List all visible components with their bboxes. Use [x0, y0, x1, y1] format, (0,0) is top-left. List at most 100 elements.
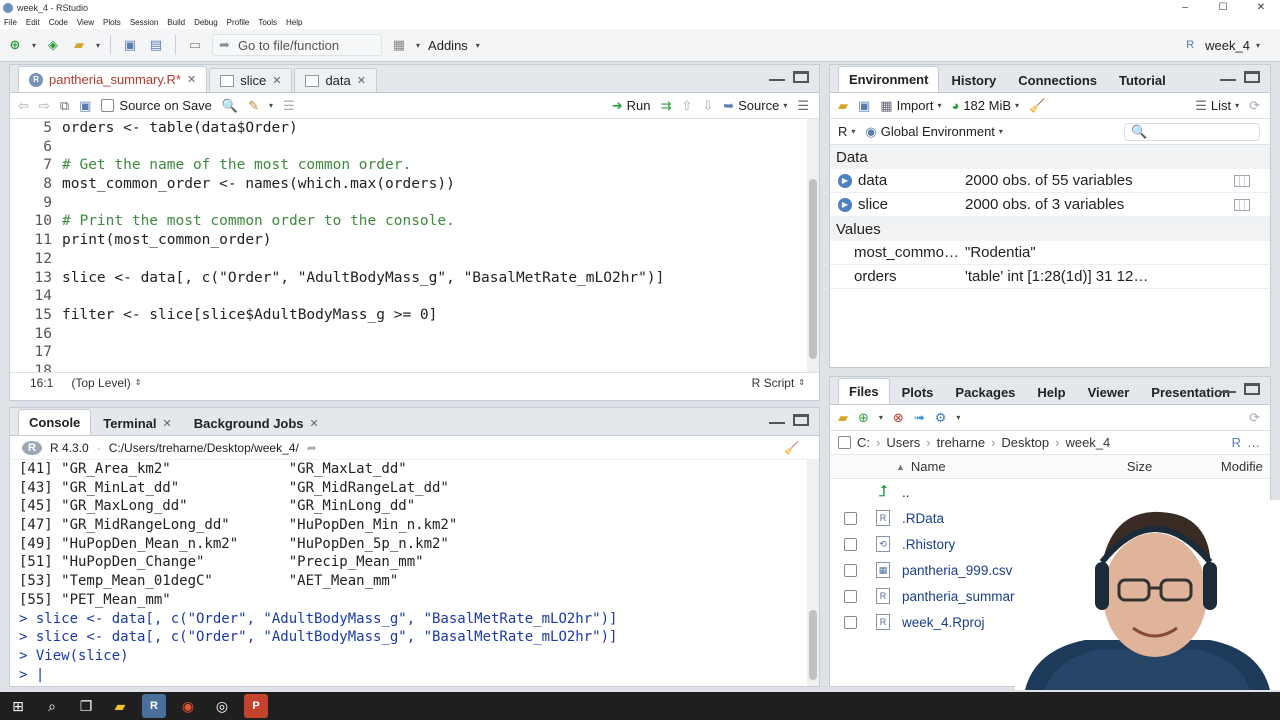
close-icon[interactable]: ✕: [187, 73, 196, 86]
clear-console-icon[interactable]: 🧹: [784, 441, 799, 455]
go-to-directory-icon[interactable]: ➦: [307, 441, 317, 455]
env-row-slice[interactable]: ▶ slice 2000 obs. of 3 variables: [830, 193, 1270, 217]
powerpoint-icon[interactable]: P: [244, 694, 268, 718]
tab-pantheria-summary[interactable]: R pantheria_summary.R* ✕: [18, 66, 208, 92]
code-line[interactable]: 5 orders <- table(data$Order): [10, 119, 819, 138]
code-line[interactable]: 7 # Get the name of the most common order…: [10, 156, 819, 175]
file-checkbox[interactable]: [843, 589, 857, 603]
magic-wand-icon[interactable]: ✎: [248, 98, 259, 114]
tab-data[interactable]: data ✕: [294, 68, 377, 92]
tab-files[interactable]: Files: [838, 378, 890, 404]
column-modified[interactable]: Modifie: [1221, 459, 1263, 474]
tab-plots[interactable]: Plots: [892, 380, 944, 404]
maximize-button[interactable]: ☐: [1204, 0, 1242, 15]
search-icon[interactable]: ⌕: [40, 694, 64, 718]
refresh-icon[interactable]: ⟳: [1249, 98, 1260, 114]
maximize-pane-button[interactable]: [793, 414, 809, 426]
code-line[interactable]: 18: [10, 362, 819, 372]
code-area[interactable]: 5 orders <- table(data$Order) 6 7 # Get the …: [10, 119, 819, 372]
code-line[interactable]: 15 filter <- slice[slice$AdultBodyMass_g …: [10, 306, 819, 325]
tab-terminal[interactable]: Terminal ✕: [93, 411, 181, 435]
scrollbar-thumb[interactable]: [809, 179, 817, 359]
tab-console[interactable]: Console: [18, 409, 92, 435]
tab-packages[interactable]: Packages: [945, 380, 1025, 404]
code-line[interactable]: 16: [10, 325, 819, 344]
rename-icon[interactable]: ➟: [914, 410, 925, 426]
minimize-pane-button[interactable]: [1220, 383, 1236, 393]
forward-arrow-icon[interactable]: ⇨: [39, 98, 50, 114]
file-checkbox[interactable]: [843, 537, 857, 551]
tab-background-jobs[interactable]: Background Jobs ✕: [184, 411, 329, 435]
memory-usage-button[interactable]: ◕ 182 MiB ▾: [951, 98, 1019, 113]
chrome-icon[interactable]: ◉: [176, 694, 200, 718]
scope-menu[interactable]: (Top Level) ⇕: [71, 376, 141, 390]
column-size[interactable]: Size: [1127, 459, 1221, 474]
breadcrumb-item[interactable]: C:: [857, 435, 870, 450]
code-line[interactable]: 14: [10, 287, 819, 306]
file-checkbox[interactable]: [843, 563, 857, 577]
view-data-icon[interactable]: [1234, 174, 1250, 187]
more-icon[interactable]: …: [1247, 435, 1260, 450]
menu-view[interactable]: View: [77, 18, 94, 27]
rstudio-taskbar-icon[interactable]: R: [142, 694, 166, 718]
show-in-window-icon[interactable]: ⧉: [60, 98, 69, 114]
maximize-pane-button[interactable]: [1244, 71, 1260, 83]
open-folder-icon[interactable]: ▰: [70, 36, 88, 54]
menu-profile[interactable]: Profile: [227, 18, 250, 27]
save-all-icon[interactable]: ▤: [147, 36, 165, 54]
menu-debug[interactable]: Debug: [194, 18, 218, 27]
code-line[interactable]: 8 most_common_order <- names(which.max(or…: [10, 175, 819, 194]
breadcrumb-item[interactable]: Desktop: [1001, 435, 1049, 450]
new-project-icon[interactable]: ◈: [44, 36, 62, 54]
scrollbar-thumb[interactable]: [809, 610, 817, 680]
view-mode-menu[interactable]: ☰ List ▾: [1195, 98, 1239, 114]
save-icon[interactable]: ▣: [121, 36, 139, 54]
chevron-down-icon[interactable]: ▾: [269, 101, 273, 110]
tab-connections[interactable]: Connections: [1008, 68, 1107, 92]
minimize-pane-button[interactable]: [1220, 71, 1236, 81]
tab-tutorial[interactable]: Tutorial: [1109, 68, 1176, 92]
filetype-menu[interactable]: R Script ⇕: [752, 376, 805, 390]
file-checkbox[interactable]: [843, 615, 857, 629]
expand-icon[interactable]: ▶: [838, 173, 852, 188]
menu-help[interactable]: Help: [286, 18, 302, 27]
code-line[interactable]: 11 print(most_common_order): [10, 231, 819, 250]
addins-menu[interactable]: Addins: [428, 38, 468, 53]
editor-scrollbar[interactable]: [807, 119, 819, 372]
code-line[interactable]: 9: [10, 194, 819, 213]
code-line[interactable]: 13 slice <- data[, c("Order", "AdultBodyM…: [10, 269, 819, 288]
maximize-pane-button[interactable]: [1244, 383, 1260, 395]
new-folder-icon[interactable]: ▰: [838, 410, 848, 426]
minimize-button[interactable]: –: [1166, 0, 1204, 15]
gear-icon[interactable]: ⚙: [935, 410, 947, 426]
close-button[interactable]: ✕: [1242, 0, 1280, 15]
env-row-most-common-order[interactable]: most_commo… "Rodentia": [830, 241, 1270, 265]
env-row-orders[interactable]: orders 'table' int [1:28(1d)] 31 12…: [830, 265, 1270, 289]
outline-icon[interactable]: ☰: [797, 98, 809, 114]
console-scrollbar[interactable]: [807, 460, 819, 686]
menu-file[interactable]: File: [4, 18, 17, 27]
chevron-down-icon[interactable]: ▾: [96, 41, 100, 50]
down-arrow-icon[interactable]: ⇩: [702, 98, 713, 114]
select-all-checkbox[interactable]: [838, 436, 851, 449]
print-icon[interactable]: ▭: [186, 36, 204, 54]
expand-icon[interactable]: ▶: [838, 197, 852, 212]
breadcrumb-item[interactable]: treharne: [937, 435, 985, 450]
language-menu[interactable]: R ▾: [838, 124, 855, 139]
chevron-down-icon[interactable]: ▾: [956, 413, 960, 422]
environment-search-input[interactable]: 🔍: [1124, 122, 1260, 141]
goto-file-input[interactable]: ➦ Go to file/function: [212, 34, 383, 56]
delete-icon[interactable]: ⊗: [893, 410, 904, 426]
task-view-icon[interactable]: ❐: [74, 694, 98, 718]
console-output[interactable]: [41] "GR_Area_km2" "GR_MaxLat_dd" [43] "G…: [10, 460, 819, 686]
close-icon[interactable]: ✕: [357, 74, 366, 87]
tab-environment[interactable]: Environment: [838, 66, 940, 92]
chevron-down-icon[interactable]: ▾: [879, 413, 883, 422]
close-icon[interactable]: ✕: [272, 74, 281, 87]
tab-slice[interactable]: slice ✕: [209, 68, 293, 92]
source-on-save-toggle[interactable]: Source on Save: [101, 98, 212, 113]
menu-edit[interactable]: Edit: [26, 18, 40, 27]
working-directory[interactable]: C:/Users/treharne/Desktop/week_4/: [109, 441, 299, 455]
breadcrumb-item[interactable]: week_4: [1065, 435, 1110, 450]
search-icon[interactable]: 🔍: [222, 98, 238, 114]
